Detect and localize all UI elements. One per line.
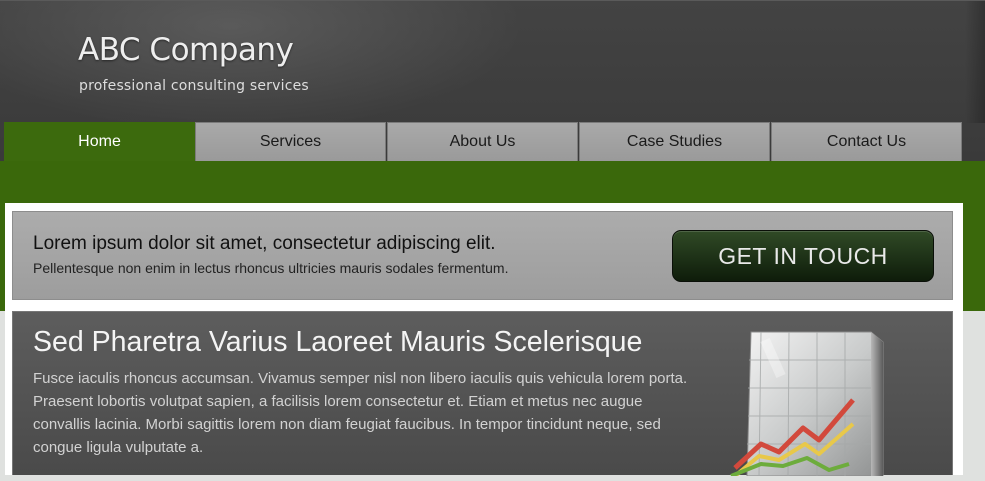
company-logo-title[interactable]: ABC Company xyxy=(78,32,294,68)
main-nav: Home Services About Us Case Studies Cont… xyxy=(4,122,964,163)
banner-headline: Lorem ipsum dolor sit amet, consectetur … xyxy=(33,233,496,254)
feature-body: Fusce iaculis rhoncus accumsan. Vivamus … xyxy=(33,370,688,456)
banner-subline: Pellentesque non enim in lectus rhoncus … xyxy=(33,260,509,276)
nav-item-case-studies[interactable]: Case Studies xyxy=(579,122,770,161)
nav-item-contact-us[interactable]: Contact Us xyxy=(771,122,962,161)
feature-section: Sed Pharetra Varius Laoreet Mauris Scele… xyxy=(12,311,953,478)
intro-banner: Lorem ipsum dolor sit amet, consectetur … xyxy=(12,211,953,300)
company-tagline: professional consulting services xyxy=(79,78,309,94)
nav-item-services[interactable]: Services xyxy=(195,122,386,161)
site-header: ABC Company professional consulting serv… xyxy=(0,0,985,163)
get-in-touch-button[interactable]: GET IN TOUCH xyxy=(672,230,934,282)
nav-item-about-us[interactable]: About Us xyxy=(387,122,578,161)
growth-chart-icon xyxy=(721,328,891,478)
feature-title: Sed Pharetra Varius Laoreet Mauris Scele… xyxy=(33,326,643,358)
nav-item-home[interactable]: Home xyxy=(4,122,195,163)
